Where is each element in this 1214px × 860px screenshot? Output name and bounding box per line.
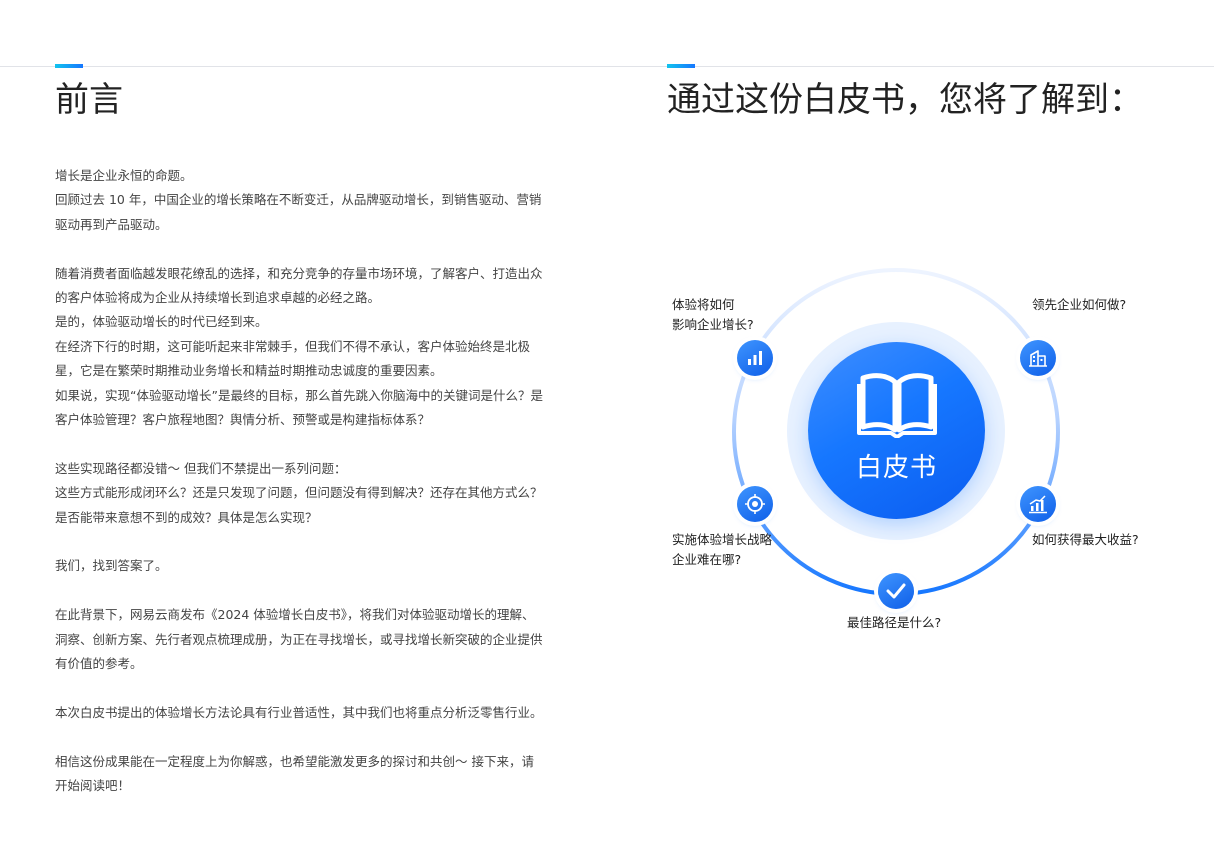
question-label: 体验将如何 xyxy=(672,297,735,312)
question-label: 领先企业如何做? xyxy=(1032,297,1127,312)
building-icon xyxy=(1020,340,1056,376)
target-icon xyxy=(737,486,773,522)
whitepaper-diagram: 白皮书 体验将如何 影响企业增长? 领先企业如何做? 实施体验增长战略 企业难在… xyxy=(0,0,1214,860)
open-book-icon xyxy=(857,372,937,442)
center-label: 白皮书 xyxy=(855,453,937,483)
checkmark-icon xyxy=(878,573,914,609)
growth-chart-icon xyxy=(1020,486,1056,522)
bar-chart-icon xyxy=(737,340,773,376)
question-label: 影响企业增长? xyxy=(672,317,754,332)
question-label: 企业难在哪? xyxy=(672,552,742,567)
outer-ring xyxy=(732,268,1060,596)
question-label: 如何获得最大收益? xyxy=(1032,532,1139,547)
question-label: 实施体验增长战略 xyxy=(672,532,773,547)
question-label: 最佳路径是什么? xyxy=(847,615,942,630)
